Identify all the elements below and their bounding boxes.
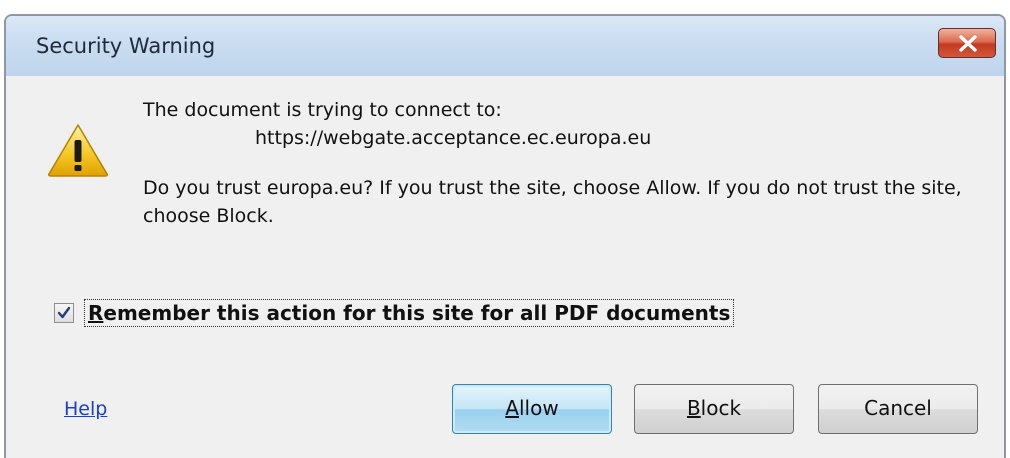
- allow-accel-key: A: [505, 396, 519, 420]
- connect-message: The document is trying to connect to:: [143, 99, 502, 121]
- block-label-text: lock: [700, 396, 742, 420]
- message-text: The document is trying to connect to: ht…: [143, 96, 983, 230]
- security-warning-dialog: Security Warning The document is trying …: [4, 14, 1006, 458]
- block-button[interactable]: Block: [634, 384, 794, 434]
- dialog-title: Security Warning: [36, 34, 216, 58]
- trust-question: Do you trust europa.eu? If you trust the…: [143, 177, 962, 227]
- title-bar[interactable]: Security Warning: [6, 16, 1004, 76]
- block-accel-key: B: [686, 396, 701, 420]
- close-icon: [959, 35, 977, 52]
- close-button[interactable]: [938, 28, 996, 58]
- remember-label-text: emember this action for this site for al…: [103, 301, 731, 325]
- screen: Security Warning The document is trying …: [0, 0, 1010, 458]
- remember-action-label[interactable]: Remember this action for this site for a…: [84, 299, 735, 327]
- remember-accel-key: R: [88, 301, 104, 325]
- warning-triangle-icon: [48, 124, 108, 177]
- remember-action-checkbox[interactable]: [54, 303, 74, 323]
- remember-action-row[interactable]: Remember this action for this site for a…: [54, 298, 735, 328]
- allow-button[interactable]: Allow: [452, 384, 612, 434]
- target-url: https://webgate.acceptance.ec.europa.eu: [255, 127, 652, 149]
- help-link[interactable]: Help: [64, 398, 107, 420]
- cancel-button[interactable]: Cancel: [818, 384, 978, 434]
- dialog-content: The document is trying to connect to: ht…: [6, 76, 1004, 458]
- allow-label-text: llow: [518, 396, 559, 420]
- checkmark-icon: [57, 306, 71, 319]
